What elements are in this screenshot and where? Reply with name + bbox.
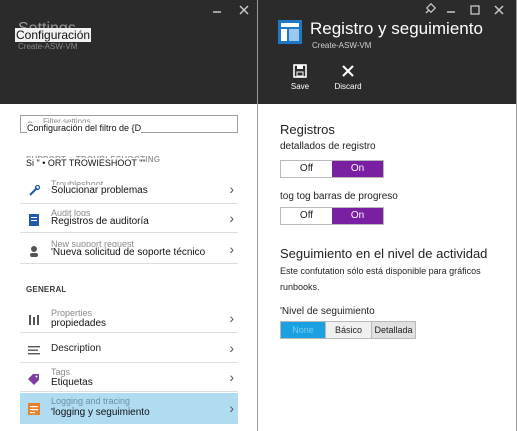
logging-title: Registro y seguimiento <box>310 19 483 38</box>
description-label: Description <box>51 343 102 354</box>
new-request-label: 'Nueva solicitud de soporte técnico <box>51 247 206 258</box>
tracing-level-none[interactable]: None <box>281 322 325 338</box>
save-button[interactable]: Save <box>286 64 314 94</box>
properties-ghost: Properties <box>51 308 93 318</box>
activity-tracing-note-line2: runbooks. <box>280 282 320 292</box>
verbose-logging-title: Registros <box>280 122 335 137</box>
support-item-troubleshoot[interactable]: Troubleshoot Solucionar problemas › <box>20 176 238 204</box>
settings-header: Settings Configuración Create-ASW-VM <box>0 0 257 104</box>
filter-settings-input[interactable]: Filter settings Configuración del filtro… <box>20 115 238 133</box>
minimize-icon[interactable] <box>210 3 224 17</box>
general-section-heading: GENERAL <box>26 285 67 294</box>
chevron-right-icon: › <box>229 310 234 326</box>
description-lines-icon <box>28 343 40 355</box>
audit-log-icon <box>28 213 40 226</box>
progress-bars-toggle[interactable]: Off On <box>280 207 384 225</box>
settings-title: Configuración <box>15 28 92 42</box>
general-item-logging-tracing[interactable]: Logging and tracing 'logging y seguimien… <box>20 393 238 424</box>
chevron-right-icon: › <box>229 369 234 385</box>
tracing-level-basic[interactable]: Básico <box>325 322 371 338</box>
tag-icon <box>28 372 40 385</box>
close-icon[interactable] <box>492 3 506 17</box>
logging-subtitle: Create-ASW-VM <box>312 41 372 50</box>
save-label: Save <box>290 82 310 91</box>
chevron-right-icon: › <box>229 340 234 356</box>
tracing-level-selector[interactable]: None Básico Detallada <box>280 321 416 339</box>
discard-label: Discard <box>334 82 362 91</box>
general-item-properties[interactable]: Properties propiedades › <box>20 305 238 333</box>
audit-logs-label: Registros de auditoría <box>51 216 149 227</box>
progress-bars-on[interactable]: On <box>332 208 383 224</box>
general-item-description[interactable]: Description › <box>20 335 238 363</box>
chevron-right-icon: › <box>229 400 234 416</box>
settings-ghost-subtitle: Create-ASW-VM <box>18 42 78 51</box>
blade-logo-icon <box>278 20 302 49</box>
logging-label: 'logging y seguimiento <box>51 407 150 418</box>
support-item-audit-logs[interactable]: Audit logs Registros de auditoría › <box>20 205 238 233</box>
support-section-heading: Si " • ORT TROWIESHOOT "" <box>26 158 146 168</box>
logging-ghost: Logging and tracing <box>51 396 131 406</box>
verbose-logging-off[interactable]: Off <box>281 161 332 177</box>
tracing-level-detailed[interactable]: Detallada <box>371 322 415 338</box>
tracing-level-label: 'Nivel de seguimiento <box>280 306 375 317</box>
discard-button[interactable]: Discard <box>330 64 366 94</box>
properties-label: propiedades <box>51 318 107 329</box>
minimize-icon[interactable] <box>444 3 458 17</box>
logging-header: Registro y seguimiento Create-ASW-VM Sav… <box>258 0 516 104</box>
maximize-icon[interactable] <box>468 3 482 17</box>
discard-x-icon <box>341 64 355 83</box>
tags-ghost: Tags <box>51 367 71 377</box>
progress-bars-off[interactable]: Off <box>281 208 332 224</box>
activity-tracing-title: Seguimiento en el nivel de actividad <box>280 246 488 261</box>
logging-icon <box>28 402 40 415</box>
wrench-icon <box>28 184 41 196</box>
close-icon[interactable] <box>237 3 251 17</box>
pin-icon[interactable] <box>422 2 437 17</box>
activity-tracing-note-line1: Este confutation sólo está disponible pa… <box>280 266 481 276</box>
support-item-new-request[interactable]: New support request 'Nueva solicitud de … <box>20 236 238 264</box>
chevron-right-icon: › <box>229 181 234 197</box>
verbose-logging-label: detallados de registro <box>280 141 376 152</box>
logging-blade: Registro y seguimiento Create-ASW-VM Sav… <box>258 0 517 431</box>
support-person-icon <box>28 244 40 257</box>
save-icon <box>293 64 307 83</box>
filter-label: Configuración del filtro de {D <box>27 123 142 133</box>
verbose-logging-toggle[interactable]: Off On <box>280 160 384 178</box>
progress-bars-label: tog tog barras de progreso <box>280 191 398 202</box>
verbose-logging-on[interactable]: On <box>332 161 383 177</box>
troubleshoot-label: Solucionar problemas <box>51 185 148 196</box>
tags-label: Etiquetas <box>51 377 93 388</box>
general-item-tags[interactable]: Tags Etiquetas › <box>20 364 238 392</box>
chevron-right-icon: › <box>229 210 234 226</box>
chevron-right-icon: › <box>229 241 234 257</box>
properties-bars-icon <box>28 313 40 325</box>
settings-blade: Settings Configuración Create-ASW-VM Fil… <box>0 0 258 431</box>
